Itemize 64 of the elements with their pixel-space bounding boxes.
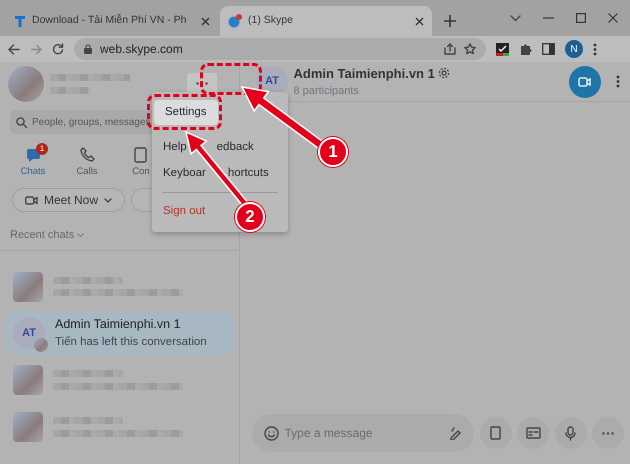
side-panel-icon[interactable] (542, 43, 555, 55)
back-icon[interactable] (8, 44, 20, 54)
nav-tab[interactable]: Chats 1 (6, 146, 60, 186)
search-icon (16, 116, 27, 128)
contact-card-button[interactable] (517, 417, 549, 449)
chat-icon (24, 146, 42, 163)
video-call-button[interactable] (568, 66, 600, 98)
address-bar[interactable]: web.skype.com (74, 38, 486, 60)
smiley-icon[interactable] (264, 426, 279, 440)
pen-icon[interactable] (449, 426, 462, 440)
gear-icon[interactable] (438, 67, 450, 80)
blurred-avatar (13, 412, 43, 442)
chevron-down-icon[interactable] (510, 14, 521, 22)
menu-item[interactable]: Settings (154, 100, 218, 126)
blurred-avatar (13, 365, 43, 395)
letter-t-icon (14, 14, 26, 28)
step-number: 1 (318, 137, 348, 167)
contact-card-icon (132, 146, 150, 163)
checkmark-extension-icon[interactable] (496, 42, 509, 56)
profile-avatar[interactable]: N (565, 40, 583, 58)
video-camera-icon (578, 76, 592, 88)
chat-name: Admin Taimienphi.vn 1 (55, 316, 182, 334)
chevron-down-icon (104, 198, 112, 202)
minimize-icon[interactable] (543, 17, 554, 19)
notification-badge: 1 (36, 143, 48, 155)
nav-tab[interactable]: Calls (60, 146, 114, 186)
chat-row[interactable]: AT Admin Taimienphi.vn 1 Tiến has left this conversation (5, 311, 234, 356)
microphone-icon (563, 426, 578, 440)
contact-card-icon (526, 426, 540, 440)
new-tab-icon[interactable] (444, 15, 456, 27)
ellipsis-icon (602, 432, 614, 434)
video-camera-icon (25, 194, 38, 206)
skype-icon (228, 14, 242, 28)
url-text: web.skype.com (100, 41, 184, 58)
chat-preview: Tiến has left this conversation (55, 335, 207, 350)
browser-tab[interactable]: (1) Skype (220, 6, 432, 36)
phone-icon (78, 146, 96, 163)
menu-item[interactable]: Help edback (152, 135, 288, 160)
kebab-menu-icon[interactable] (616, 75, 620, 88)
file-icon (488, 426, 503, 440)
menu-item[interactable]: Keyboar hortcuts (152, 160, 288, 186)
meet-now-button[interactable]: Meet Now (12, 188, 126, 212)
close-icon[interactable] (415, 16, 424, 26)
reload-icon[interactable] (52, 43, 64, 55)
recent-chats-label: Recent chats (10, 228, 74, 243)
close-icon[interactable] (201, 16, 210, 26)
blurred-avatar (13, 272, 43, 302)
star-icon[interactable] (464, 43, 476, 55)
kebab-menu-icon[interactable] (593, 42, 597, 56)
conversation-title: Admin Taimienphi.vn 1 (294, 64, 435, 83)
share-icon[interactable] (444, 43, 456, 55)
participant-count: 8 participants (294, 84, 360, 99)
file-share-button[interactable] (480, 417, 512, 449)
puzzle-icon[interactable] (519, 42, 532, 56)
maximize-icon[interactable] (576, 13, 586, 23)
chevron-down-icon (76, 233, 84, 238)
blurred-avatar (34, 338, 48, 352)
ellipsis-icon (196, 82, 208, 86)
close-icon[interactable] (608, 13, 618, 23)
browser-tab[interactable]: Download - Tải Miễn Phí VN - Ph (6, 6, 218, 36)
group-avatar: AT (13, 317, 45, 350)
blurred-avatar (8, 66, 44, 102)
lock-icon (84, 44, 92, 54)
microphone-button[interactable] (554, 417, 586, 449)
